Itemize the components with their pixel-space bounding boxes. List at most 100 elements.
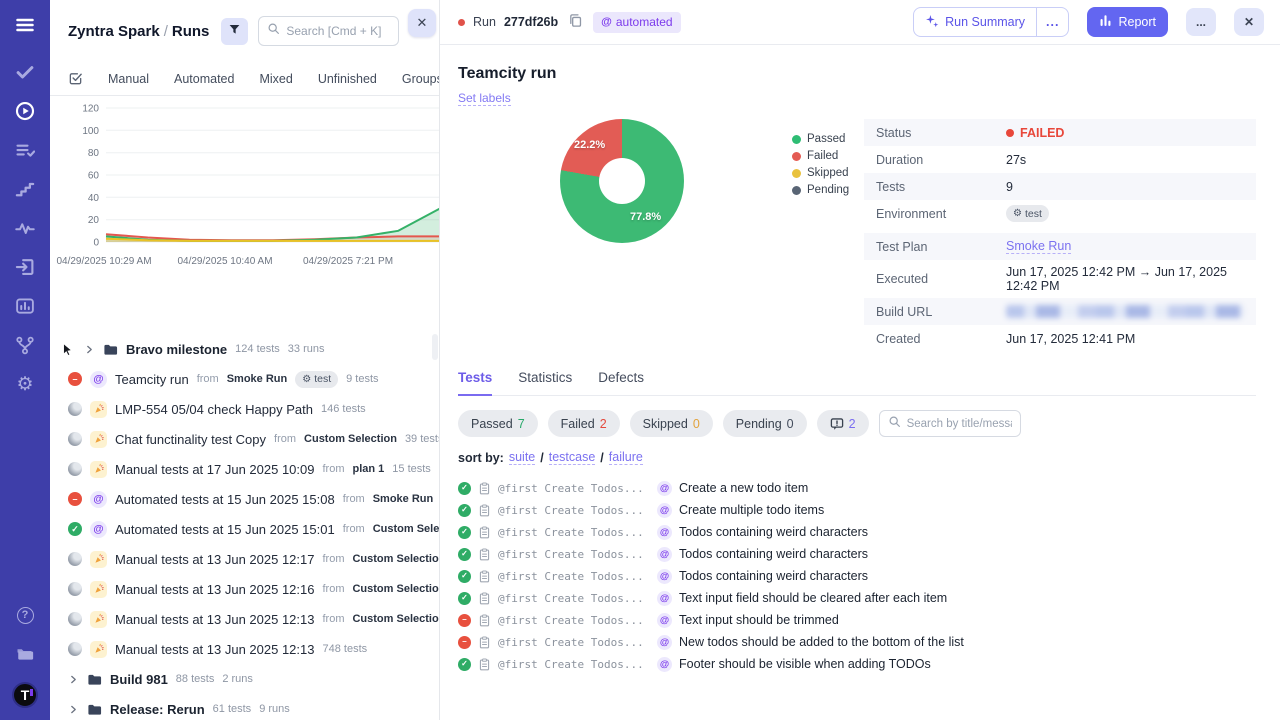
run-type-tab-manual[interactable]: Manual [108,72,149,86]
run-summary-button[interactable]: Run Summary ... [913,7,1070,37]
import-icon[interactable] [14,256,36,278]
filter-pill-skipped[interactable]: Skipped 0 [629,410,713,437]
test-row[interactable]: ✓ @first Create Todos... @ Text input field… [458,587,1256,609]
svg-text:40: 40 [88,193,100,204]
menu-icon[interactable] [14,14,36,36]
close-run-button[interactable]: ✕ [1234,8,1264,36]
set-labels-link[interactable]: Set labels [458,91,511,106]
run-type-tab-groups[interactable]: Groups [402,72,439,86]
run-tests-count: 9 tests [346,373,379,385]
folder-icon [103,342,118,357]
run-type-tab-mixed[interactable]: Mixed [259,72,292,86]
projects-folder-icon[interactable] [14,643,36,665]
run-type-tab-automated[interactable]: Automated [174,72,234,86]
user-avatar[interactable]: T [12,682,38,708]
test-status-passed-icon: ✓ [458,547,471,561]
filter-pill-pending[interactable]: Pending 0 [722,410,807,437]
test-row[interactable]: ✓ @first Create Todos... @ Todos containing… [458,521,1256,543]
detail-value-environment: ⚙ test [1006,205,1049,222]
copy-run-id-button[interactable] [566,11,585,33]
pulse-icon[interactable] [14,217,36,239]
runs-play-icon[interactable] [14,100,36,122]
select-runs-icon[interactable] [68,71,83,86]
run-type-tab-unfinished[interactable]: Unfinished [318,72,377,86]
run-row[interactable]: Manual tests at 13 Jun 2025 12:16 from Cus… [50,574,439,604]
analytics-icon[interactable] [14,295,36,317]
legend-item-passed: Passed [792,133,849,145]
detail-row-status: Status FAILED [864,119,1256,146]
folder-tests-count: 88 tests [175,673,215,685]
tab-tests[interactable]: Tests [458,370,493,396]
test-row[interactable]: ✓ @first Create Todos... @ Create a new tod… [458,477,1256,499]
run-row[interactable]: Chat functinality test Copy from Custom Se… [50,424,439,454]
run-summary-more-button[interactable]: ... [1036,8,1068,36]
run-row[interactable]: LMP-554 05/04 check Happy Path 146 tests [50,394,439,424]
chevron-right-icon[interactable] [84,344,95,355]
test-row[interactable]: ✓ @first Create Todos... @ Todos containing… [458,543,1256,565]
more-actions-button[interactable]: ... [1186,8,1216,36]
filter-pill-comments[interactable]: 2 [816,410,869,437]
runs-history-svg: 0 20 40 60 80 100 120 04/29/2025 10:29 AM 04/29/… [56,104,439,267]
test-row[interactable]: ✓ @first Create Todos... @ Create multiple … [458,499,1256,521]
sort-link-failure[interactable]: failure [608,450,643,465]
copy-icon [568,13,583,31]
test-row[interactable]: – @first Create Todos... @ Text input shoul… [458,609,1256,631]
test-row[interactable]: ✓ @first Create Todos... @ Footer should be… [458,653,1256,675]
test-search[interactable] [878,410,1021,437]
test-plan-link[interactable]: Smoke Run [1006,239,1072,254]
automated-test-icon: @ [657,634,672,650]
run-detail-header: Run 277df26b @ automated Run Summary ...… [440,0,1280,45]
folder-row[interactable]: Build 981 88 tests 2 runs [50,664,439,694]
folder-row[interactable]: Release: Rerun 61 tests 9 runs [50,694,439,720]
chevron-right-icon[interactable] [68,704,79,715]
settings-gear-icon[interactable]: ⚙ [14,373,36,395]
test-status-passed-icon: ✓ [458,503,471,517]
test-search-input[interactable] [906,417,1012,430]
panel-close-button[interactable]: ✕ [408,9,436,37]
filter-button[interactable] [221,17,249,45]
global-search[interactable] [258,16,399,46]
automated-test-icon: @ [657,524,672,540]
run-row[interactable]: Manual tests at 13 Jun 2025 12:13 748 tes… [50,634,439,664]
run-summary-label: Run Summary [945,15,1026,29]
svg-text:80: 80 [88,148,100,159]
sort-link-suite[interactable]: suite [508,450,536,465]
manual-run-icon [90,580,107,598]
test-row[interactable]: – @first Create Todos... @ New todos should… [458,631,1256,653]
test-status-passed-icon: ✓ [458,525,471,539]
run-name: Manual tests at 13 Jun 2025 12:16 [115,581,315,597]
help-icon[interactable]: ? [14,604,36,626]
scrollbar-thumb[interactable] [432,334,438,360]
branch-icon[interactable] [14,334,36,356]
test-status-failed-icon: – [458,635,471,649]
filter-pill-failed[interactable]: Failed 2 [547,410,620,437]
legend-dot [792,151,801,161]
pill-count: 2 [599,416,607,431]
legend-dot [792,185,801,195]
run-row[interactable]: Manual tests at 17 Jun 2025 10:09 from pla… [50,454,439,484]
checklist-icon[interactable] [14,139,36,161]
folder-row[interactable]: Bravo milestone 124 tests 33 runs [50,334,439,364]
automated-test-icon: @ [657,656,672,672]
test-title: Footer should be visible when adding TOD… [679,657,931,671]
run-row[interactable]: Manual tests at 13 Jun 2025 12:13 from Cus… [50,604,439,634]
sort-link-testcase[interactable]: testcase [548,450,596,465]
run-row[interactable]: Manual tests at 13 Jun 2025 12:17 from Cus… [50,544,439,574]
automated-run-icon: @ [90,520,107,538]
run-name: Automated tests at 15 Jun 2025 15:01 [115,521,335,537]
results-donut-chart: 22.2% 77.8% [560,119,684,243]
tests-check-icon[interactable] [14,61,36,83]
run-row[interactable]: – @ Automated tests at 15 Jun 2025 15:08 fr… [50,484,439,514]
tab-statistics[interactable]: Statistics [518,370,572,395]
test-row[interactable]: ✓ @first Create Todos... @ Todos containing… [458,565,1256,587]
project-name[interactable]: Zyntra Spark [68,23,160,40]
chevron-right-icon[interactable] [68,674,79,685]
pill-label: Failed [560,416,595,431]
run-row[interactable]: – @ Teamcity run from Smoke Run ⚙ test 9 tests [50,364,439,394]
report-button[interactable]: Report [1087,7,1168,37]
run-row[interactable]: ✓ @ Automated tests at 15 Jun 2025 15:01 fr… [50,514,439,544]
filter-pill-passed[interactable]: Passed 7 [458,410,538,437]
global-search-input[interactable] [286,24,390,38]
milestones-steps-icon[interactable] [14,178,36,200]
tab-defects[interactable]: Defects [598,370,644,395]
